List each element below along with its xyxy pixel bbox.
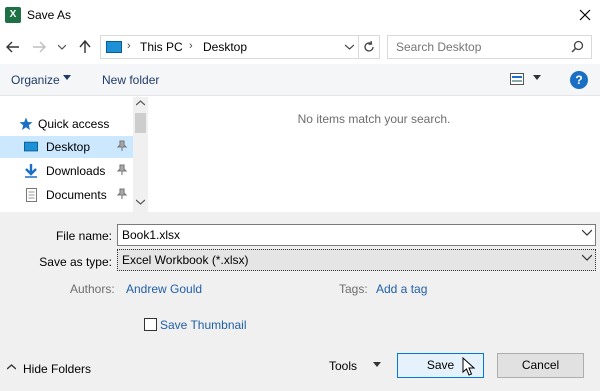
tags-label: Tags:: [339, 282, 368, 296]
nav-item-desktop[interactable]: Desktop: [0, 136, 133, 158]
chevron-up-icon[interactable]: [7, 364, 16, 370]
help-button[interactable]: ?: [570, 71, 588, 89]
this-pc-icon: [106, 41, 122, 53]
file-name-field[interactable]: Book1.xlsx: [117, 224, 596, 246]
forward-arrow-icon: [33, 41, 46, 53]
scroll-down-icon[interactable]: [136, 199, 145, 205]
close-button[interactable]: [570, 0, 600, 30]
title-bar: X Save As: [0, 0, 600, 30]
tags-value[interactable]: Add a tag: [376, 282, 427, 296]
desktop-folder-icon: [24, 141, 38, 152]
breadcrumb-chevron-icon[interactable]: ›: [189, 40, 193, 52]
nav-item-quick-access[interactable]: Quick access: [0, 113, 133, 135]
authors-label: Authors:: [70, 282, 115, 296]
pin-icon: [117, 140, 127, 151]
refresh-button[interactable]: [358, 36, 379, 58]
nav-item-label: Desktop: [46, 140, 91, 154]
chevron-down-icon: [344, 44, 354, 50]
address-bar[interactable]: › This PC › Desktop: [100, 35, 380, 59]
address-dropdown-button[interactable]: [339, 36, 359, 58]
new-folder-button[interactable]: New folder: [102, 73, 159, 87]
excel-app-icon: X: [5, 7, 21, 23]
breadcrumb-chevron-icon[interactable]: ›: [127, 40, 131, 52]
navigation-pane: Quick access Desktop Downloads Documents: [0, 97, 148, 212]
save-thumbnail-label[interactable]: Save Thumbnail: [160, 318, 247, 332]
nav-scrollbar[interactable]: [133, 97, 148, 212]
save-as-type-select[interactable]: Excel Workbook (*.xlsx): [117, 249, 596, 271]
up-button[interactable]: [75, 36, 95, 58]
nav-item-label: Downloads: [46, 164, 106, 178]
chevron-down-icon[interactable]: [582, 229, 592, 236]
refresh-icon: [364, 41, 374, 52]
breadcrumb-desktop[interactable]: Desktop: [203, 40, 247, 54]
search-box[interactable]: [387, 35, 592, 59]
nav-item-label: Documents: [46, 188, 107, 202]
documents-icon: [26, 188, 37, 202]
cancel-button[interactable]: Cancel: [497, 353, 584, 378]
empty-results-message: No items match your search.: [297, 112, 451, 126]
hide-folders-button[interactable]: Hide Folders: [23, 362, 91, 376]
view-dropdown-icon[interactable]: [533, 75, 541, 80]
scroll-up-icon[interactable]: [136, 100, 145, 106]
forward-button[interactable]: [29, 36, 49, 58]
view-options-icon[interactable]: [510, 73, 524, 85]
save-options-panel: File name: Book1.xlsx Save as type: Exce…: [0, 212, 600, 391]
chevron-down-icon: [58, 44, 66, 50]
close-icon: [579, 9, 591, 21]
star-icon: [19, 117, 33, 130]
save-as-type-value: Excel Workbook (*.xlsx): [122, 253, 249, 267]
command-toolbar: Organize New folder ?: [0, 64, 600, 96]
up-arrow-icon: [79, 40, 91, 53]
chevron-down-icon[interactable]: [582, 254, 592, 261]
tools-menu[interactable]: Tools: [329, 359, 357, 373]
scroll-thumb[interactable]: [135, 113, 146, 133]
download-arrow-icon: [25, 164, 37, 178]
file-list-pane[interactable]: No items match your search.: [148, 97, 600, 212]
save-thumbnail-checkbox[interactable]: [144, 318, 157, 331]
back-arrow-icon: [6, 41, 19, 53]
search-input[interactable]: [396, 40, 566, 54]
recent-locations-button[interactable]: [55, 36, 69, 58]
mouse-cursor-icon: [462, 357, 476, 376]
authors-value[interactable]: Andrew Gould: [126, 282, 202, 296]
file-name-value[interactable]: Book1.xlsx: [122, 228, 180, 242]
nav-item-downloads[interactable]: Downloads: [0, 160, 133, 182]
nav-item-label: Quick access: [38, 117, 110, 131]
nav-item-documents[interactable]: Documents: [0, 184, 133, 206]
breadcrumb-this-pc[interactable]: This PC: [140, 40, 183, 54]
search-icon[interactable]: [571, 40, 584, 53]
pin-icon: [117, 188, 127, 199]
file-name-label: File name:: [55, 229, 112, 243]
save-as-type-label: Save as type:: [39, 255, 112, 269]
pin-icon: [117, 164, 127, 175]
back-button[interactable]: [3, 36, 23, 58]
organize-dropdown-icon[interactable]: [63, 75, 71, 80]
organize-menu[interactable]: Organize: [11, 73, 60, 87]
window-title: Save As: [27, 8, 72, 22]
tools-dropdown-icon[interactable]: [373, 362, 381, 367]
